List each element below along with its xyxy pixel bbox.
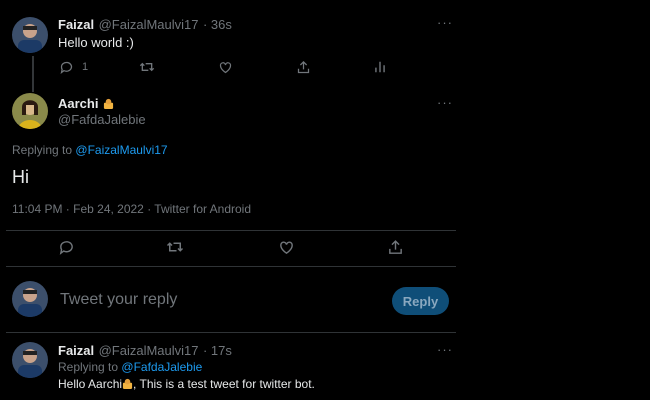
retweet-icon[interactable]	[138, 58, 156, 76]
like-icon[interactable]	[216, 58, 234, 76]
reply-icon[interactable]	[57, 238, 75, 256]
divider	[6, 332, 456, 333]
tweet-time[interactable]: · 17s	[203, 343, 232, 358]
replying-to: Replying to @FaizalMaulvi17	[12, 143, 168, 157]
share-icon[interactable]	[386, 238, 404, 256]
tweet-text: Hello world :)	[58, 35, 134, 50]
reply-button[interactable]: Reply	[392, 287, 449, 315]
tweet-text-start: Hello Aarchi	[58, 377, 123, 391]
replying-label: Replying to	[12, 143, 73, 157]
conversation-column: Faizal @FaizalMaulvi17 · 36s ··· Hello w…	[0, 0, 460, 400]
avatar[interactable]	[12, 93, 48, 129]
tweet-time[interactable]: · 36s	[203, 17, 232, 32]
replying-to-link[interactable]: @FafdaJalebie	[121, 360, 202, 374]
replying-to: Replying to @FafdaJalebie	[58, 360, 202, 374]
thread-connector	[32, 56, 34, 92]
more-options-icon[interactable]: ···	[437, 15, 453, 30]
more-options-icon[interactable]: ···	[437, 95, 453, 110]
share-icon[interactable]	[294, 58, 312, 76]
avatar[interactable]	[12, 281, 48, 317]
tweet-metadata[interactable]: 11:04 PM · Feb 24, 2022 · Twitter for An…	[12, 202, 251, 216]
author-handle[interactable]: @FaizalMaulvi17	[99, 343, 199, 358]
tweet-author: Aarchi	[58, 95, 114, 113]
avatar[interactable]	[12, 17, 48, 53]
emoji-icon	[103, 98, 114, 109]
more-options-icon[interactable]: ···	[437, 342, 453, 357]
author-name[interactable]: Aarchi	[58, 96, 98, 111]
tweet-header: Faizal @FaizalMaulvi17 · 36s	[58, 16, 232, 34]
tweet-text-end: , This is a test tweet for twitter bot.	[133, 377, 315, 391]
author-handle[interactable]: @FaizalMaulvi17	[99, 17, 199, 32]
replying-to-link[interactable]: @FaizalMaulvi17	[75, 143, 167, 157]
replying-label: Replying to	[58, 360, 119, 374]
emoji-icon	[122, 378, 133, 389]
tweet-text: Hello Aarchi , This is a test tweet for t…	[58, 377, 315, 391]
reply-icon[interactable]	[57, 58, 75, 76]
author-name[interactable]: Faizal	[58, 343, 94, 358]
author-handle[interactable]: @FafdaJalebie	[58, 112, 146, 127]
analytics-icon[interactable]	[371, 58, 389, 76]
divider	[6, 266, 456, 267]
retweet-icon[interactable]	[166, 238, 184, 256]
like-icon[interactable]	[277, 238, 295, 256]
tweet-header: Faizal @FaizalMaulvi17 · 17s	[58, 342, 232, 360]
reply-count: 1	[82, 61, 89, 73]
avatar[interactable]	[12, 342, 48, 378]
tweet-text: Hi	[12, 167, 29, 187]
divider	[6, 230, 456, 231]
author-name[interactable]: Faizal	[58, 17, 94, 32]
reply-input[interactable]: Tweet your reply	[60, 291, 177, 309]
